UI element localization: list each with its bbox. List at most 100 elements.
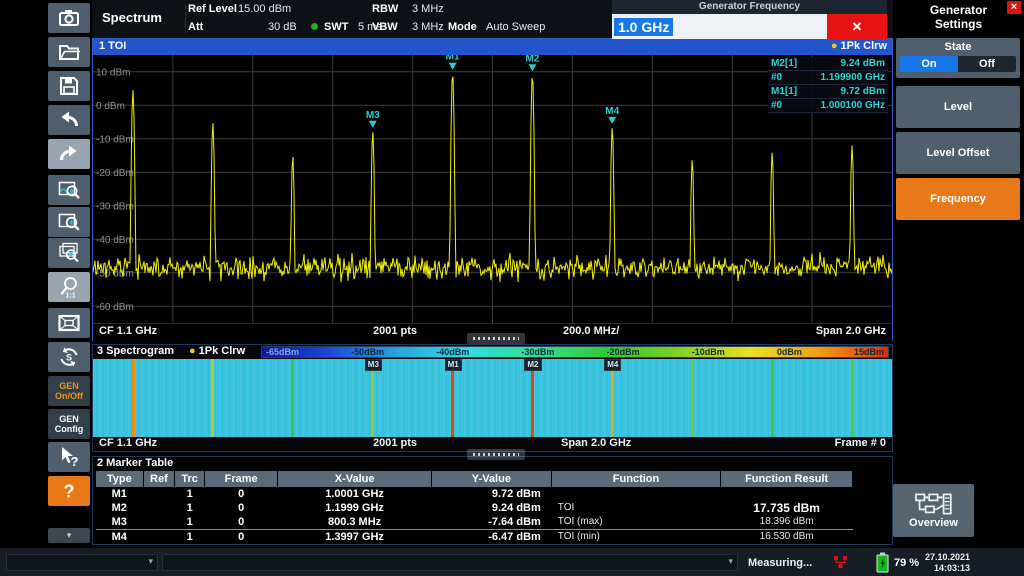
cell-function-result: 18.396 dBm: [721, 515, 852, 529]
svg-text:M1: M1: [446, 55, 460, 63]
multi-zoom-icon-button[interactable]: [48, 238, 90, 268]
spectrogram-marker-M1: M1: [445, 359, 462, 371]
spectrum-plot[interactable]: 10 dBm0 dBm-10 dBm-20 dBm-30 dBm-40 dBm-…: [93, 55, 892, 323]
column-header-trc[interactable]: Trc: [175, 471, 204, 487]
ref-level-value[interactable]: 15.00 dBm: [238, 3, 291, 15]
span-value[interactable]: Span 2.0 GHz: [561, 437, 631, 449]
spectrogram-marker-M2: M2: [524, 359, 541, 371]
column-header-frame[interactable]: Frame: [205, 471, 277, 487]
gen-on-off-button[interactable]: GENOn/Off: [48, 376, 90, 406]
spectrogram-display[interactable]: M3M1M2M4: [93, 359, 892, 437]
marker-readout-row: M1[1]9.72 dBm: [768, 85, 888, 99]
svg-text:-30 dBm: -30 dBm: [96, 201, 134, 212]
folder-icon-button[interactable]: [48, 37, 90, 67]
marker-table-row-M4[interactable]: M4101.3997 GHz-6.47 dBmTOI (min)16.530 d…: [96, 529, 853, 544]
generator-frequency-input[interactable]: 1.0 GHz: [612, 14, 827, 39]
overview-button[interactable]: Overview: [893, 484, 974, 537]
vbw-value[interactable]: 3 MHz: [412, 21, 444, 33]
column-header-y-value[interactable]: Y-Value: [432, 471, 551, 487]
zoom-icon-button[interactable]: [48, 207, 90, 237]
state-on-toggle[interactable]: On: [900, 56, 958, 72]
spectrum-window: 1 TOI ●1Pk Clrw 10 dBm0 dBm-10 dBm-20 dB…: [92, 38, 893, 341]
color-scale-labels: -65dBm-50dBm-40dBm-30dBm-20dBm-10dBm0dBm…: [261, 346, 889, 358]
help-button[interactable]: ?: [48, 476, 90, 506]
frame-icon-button[interactable]: [48, 308, 90, 338]
marker-M1[interactable]: [449, 63, 457, 70]
cell-y-value: 9.24 dBm: [432, 501, 551, 515]
span-value[interactable]: Span 2.0 GHz: [816, 325, 886, 337]
column-header-function[interactable]: Function: [552, 471, 720, 487]
cell-ref: [144, 530, 175, 544]
zoom-trace-icon-button[interactable]: [48, 175, 90, 205]
measuring-status: Measuring...: [748, 557, 812, 569]
spectrogram-header[interactable]: 3 Spectrogram ●1Pk Clrw -65dBm-50dBm-40d…: [93, 345, 892, 359]
column-header-ref[interactable]: Ref: [144, 471, 175, 487]
svg-text:0 dBm: 0 dBm: [96, 101, 125, 112]
battery-icon[interactable]: [876, 552, 889, 576]
softkey-frequency[interactable]: Frequency: [896, 178, 1020, 220]
rbw-value[interactable]: 3 MHz: [412, 3, 444, 15]
spectrum-title-bar[interactable]: 1 TOI ●1Pk Clrw: [93, 39, 892, 55]
window-resize-handle[interactable]: [467, 333, 525, 344]
state-off-toggle[interactable]: Off: [958, 56, 1016, 72]
mode-value[interactable]: Auto Sweep: [486, 21, 545, 33]
state-button[interactable]: State On Off: [896, 38, 1020, 78]
marker-table-row-M2[interactable]: M2101.1999 GHz9.24 dBmTOI17.735 dBm: [96, 501, 853, 515]
generator-frequency-dialog: Generator Frequency 1.0 GHz ×: [612, 0, 887, 40]
tab-spectrum[interactable]: Spectrum: [102, 10, 162, 25]
spectrogram-signal-line: [691, 359, 694, 437]
column-header-x-value[interactable]: X-Value: [278, 471, 431, 487]
svg-text:-60 dBm: -60 dBm: [96, 302, 134, 313]
undo-icon-button[interactable]: [48, 105, 90, 135]
status-dropdown-left[interactable]: ▾: [6, 554, 158, 571]
window-resize-handle[interactable]: [467, 449, 525, 460]
network-error-icon[interactable]: [833, 555, 848, 575]
cell-type: M4: [96, 530, 143, 544]
softkey-level[interactable]: Level: [896, 86, 1020, 128]
sweep-points[interactable]: 2001 pts: [373, 437, 417, 449]
marker-readout-row: #01.000100 GHz: [768, 99, 888, 113]
dialog-close-button[interactable]: ×: [827, 14, 887, 39]
cell-frame: 0: [205, 501, 277, 515]
scale-label: -20dBm: [607, 346, 640, 358]
date-time[interactable]: 27.10.2021 14:03:13: [914, 552, 970, 574]
floppy-icon-button[interactable]: [48, 71, 90, 101]
cell-y-value: -6.47 dBm: [432, 530, 551, 544]
marker-M3[interactable]: [369, 121, 377, 128]
marker-table-row-M3[interactable]: M310800.3 MHz-7.64 dBmTOI (max)18.396 dB…: [96, 515, 853, 529]
att-label: Att: [188, 21, 203, 33]
pointer-help-icon-button[interactable]: ?: [48, 442, 90, 472]
cell-frame: 0: [205, 530, 277, 544]
left-toolbar: 1:1SGENOn/OffGENConfig??: [0, 0, 92, 547]
cell-type: M2: [96, 501, 143, 515]
marker-M4[interactable]: [608, 117, 616, 124]
cell-x-value: 1.3997 GHz: [278, 530, 431, 544]
cell-frame: 0: [205, 487, 277, 501]
sweep-icon-button[interactable]: S: [48, 342, 90, 372]
center-frequency[interactable]: CF 1.1 GHz: [99, 437, 157, 449]
att-value[interactable]: 30 dB: [268, 21, 297, 33]
cell-trc: 1: [175, 501, 204, 515]
toolbar-collapse-button[interactable]: ▾: [48, 528, 90, 543]
column-header-function-result[interactable]: Function Result: [721, 471, 852, 487]
marker-table-row-M1[interactable]: M1101.0001 GHz9.72 dBm: [96, 487, 853, 501]
cell-function: TOI: [552, 501, 720, 515]
scale-label: -50dBm: [351, 346, 384, 358]
cell-trc: 1: [175, 515, 204, 529]
camera-icon-button[interactable]: [48, 3, 90, 33]
gen-config-button[interactable]: GENConfig: [48, 409, 90, 439]
svg-text:10 dBm: 10 dBm: [96, 67, 130, 78]
cell-function-result: 17.735 dBm: [721, 501, 852, 515]
frame-number[interactable]: Frame # 0: [835, 437, 886, 449]
center-frequency[interactable]: CF 1.1 GHz: [99, 325, 157, 337]
spectrogram-marker-M4: M4: [604, 359, 621, 371]
cell-function: TOI (max): [552, 515, 720, 529]
svg-text:S: S: [66, 353, 72, 363]
per-division[interactable]: 200.0 MHz/: [563, 325, 619, 337]
status-dropdown-message[interactable]: ▾: [162, 554, 738, 571]
panel-close-button[interactable]: ×: [1007, 1, 1021, 14]
sweep-points[interactable]: 2001 pts: [373, 325, 417, 337]
softkey-level-offset[interactable]: Level Offset: [896, 132, 1020, 174]
marker-M2[interactable]: [528, 64, 536, 71]
column-header-type[interactable]: Type: [96, 471, 143, 487]
